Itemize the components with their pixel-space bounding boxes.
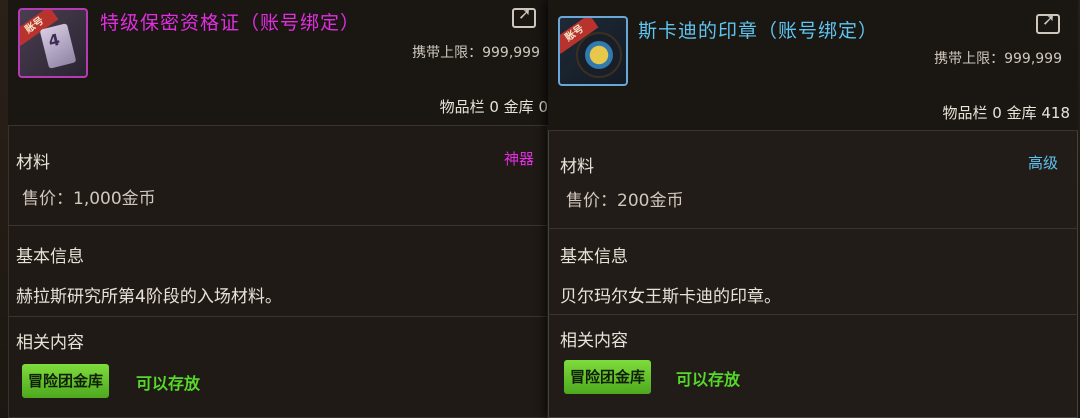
inventory-count: 物品栏 0 金库 0	[439, 98, 548, 116]
share-icon[interactable]	[512, 4, 536, 28]
storable-note: 可以存放	[136, 374, 201, 393]
sell-price: 售价：200金币	[566, 191, 684, 211]
carry-limit: 携带上限：999,999	[412, 45, 540, 61]
item-category: 材料	[16, 153, 50, 173]
item-icon: 账号 4	[18, 8, 88, 78]
item-description: 赫拉斯研究所第4阶段的入场材料。	[16, 287, 282, 307]
adventure-vault-button[interactable]: 冒险团金库	[564, 360, 652, 394]
item-grade: 神器	[503, 150, 534, 168]
item-tooltip-right: 账号 斯卡迪的印章（账号绑定） 携带上限：999,999 物品栏 0 金库 41…	[548, 0, 1078, 418]
share-icon[interactable]	[1036, 10, 1060, 34]
related-content-heading: 相关内容	[16, 333, 84, 353]
seal-emblem-icon	[576, 32, 622, 78]
divider	[8, 225, 548, 226]
basic-info-heading: 基本信息	[16, 247, 84, 267]
carry-limit: 携带上限：999,999	[934, 51, 1062, 67]
divider	[548, 314, 1078, 315]
clearance-card-icon: 4	[39, 23, 77, 69]
basic-info-heading: 基本信息	[560, 247, 628, 267]
divider	[8, 316, 548, 317]
related-content-heading: 相关内容	[560, 331, 628, 351]
item-grade: 高级	[1027, 154, 1058, 172]
storable-note: 可以存放	[676, 370, 741, 389]
divider	[548, 228, 1078, 229]
divider	[8, 125, 548, 126]
divider	[548, 130, 1078, 131]
item-description: 贝尔玛尔女王斯卡迪的印章。	[560, 287, 781, 307]
item-category: 材料	[560, 157, 594, 177]
adventure-vault-button[interactable]: 冒险团金库	[22, 364, 110, 398]
item-tooltip-left: 账号 4 特级保密资格证（账号绑定） 携带上限：999,999 物品栏 0 金库…	[8, 0, 548, 418]
card-number: 4	[46, 29, 62, 51]
item-name: 特级保密资格证（账号绑定）	[100, 12, 361, 34]
item-icon: 账号	[558, 16, 628, 86]
inventory-count: 物品栏 0 金库 418	[942, 104, 1070, 122]
item-name: 斯卡迪的印章（账号绑定）	[638, 20, 879, 42]
sell-price: 售价：1,000金币	[22, 189, 156, 209]
